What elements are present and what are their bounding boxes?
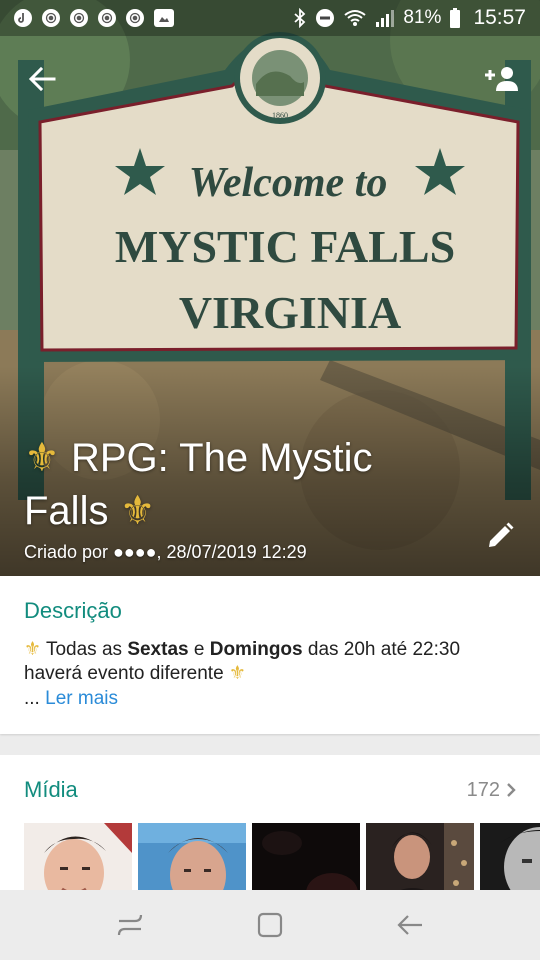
group-photo-header[interactable]: Welcome to MYSTIC FALLS VIRGINIA 1860 81… (0, 0, 540, 576)
dnd-icon (316, 9, 335, 27)
media-thumbnail[interactable] (480, 823, 540, 890)
fleur-de-lis-icon: ⚜ (228, 663, 246, 684)
desc-bold-friday: Sextas (127, 639, 189, 660)
created-by-text: Criado por ●●●●, 28/07/2019 12:29 (24, 542, 307, 562)
seal-year: 1860 (272, 111, 288, 120)
notification-icons (14, 9, 174, 27)
media-card: Mídia 172 (0, 755, 540, 890)
media-count-link[interactable]: 172 (467, 779, 516, 802)
media-thumbnails (24, 823, 540, 890)
sign-line2: MYSTIC FALLS (115, 221, 455, 272)
clock: 15:57 (473, 6, 526, 29)
group-title: ⚜ RPG: The Mystic Falls ⚜ (24, 432, 444, 538)
home-icon (257, 912, 283, 938)
status-bar: 81% 15:57 (0, 0, 540, 36)
arrow-left-icon (28, 66, 56, 92)
sign-line3: VIRGINIA (179, 287, 401, 338)
recent-apps-button[interactable] (110, 905, 150, 945)
back-nav-icon (397, 915, 422, 935)
read-more-row: ... Ler mais (24, 686, 516, 712)
thumbnail-image (24, 823, 132, 890)
chrome-icon (42, 9, 60, 27)
edit-group-button[interactable] (482, 518, 518, 554)
fleur-de-lis-icon: ⚜ (119, 489, 156, 533)
media-label: Mídia (24, 777, 78, 802)
media-thumbnail[interactable] (138, 823, 246, 890)
thumbnail-image (138, 823, 246, 890)
desc-bold-sunday: Domingos (209, 639, 303, 660)
fleur-de-lis-icon: ⚜ (24, 639, 42, 660)
media-header[interactable]: Mídia 172 (24, 777, 516, 803)
battery-percent: 81% (403, 7, 442, 28)
thumbnail-image (366, 823, 474, 890)
tiktok-icon (14, 9, 32, 27)
description-text: ⚜ Todas as Sextas e Domingos das 20h até… (24, 638, 516, 686)
fleur-de-lis-icon: ⚜ (24, 436, 60, 480)
system-navigation-bar (0, 890, 540, 960)
sign-line1: Welcome to (189, 160, 388, 206)
add-person-icon (485, 67, 518, 91)
media-count: 172 (466, 778, 500, 801)
media-thumbnail[interactable] (366, 823, 474, 890)
desc-part: e (188, 639, 210, 660)
chrome-icon (98, 9, 116, 27)
chrome-icon (126, 9, 144, 27)
media-thumbnail[interactable] (252, 823, 360, 890)
pencil-icon (489, 522, 514, 547)
description-card[interactable]: Descrição ⚜ Todas as Sextas e Domingos d… (0, 576, 540, 734)
battery-icon (450, 8, 461, 28)
gallery-icon (154, 9, 174, 27)
recent-apps-icon (117, 914, 143, 936)
chevron-right-icon (507, 783, 516, 797)
chrome-icon (70, 9, 88, 27)
ellipsis: ... (24, 688, 46, 709)
signal-icon (376, 10, 395, 27)
thumbnail-image (252, 823, 360, 890)
read-more-link[interactable]: Ler mais (45, 688, 118, 709)
desc-part: Todas as (41, 639, 128, 660)
group-name: RPG: The Mystic Falls (24, 436, 373, 533)
system-icons: 81% 15:57 (293, 6, 526, 30)
back-nav-button[interactable] (390, 905, 430, 945)
bluetooth-icon (294, 8, 306, 28)
add-participant-button[interactable] (482, 62, 522, 96)
back-button[interactable] (22, 62, 62, 96)
wifi-icon (344, 10, 367, 26)
home-button[interactable] (250, 905, 290, 945)
media-thumbnail[interactable] (24, 823, 132, 890)
description-label: Descrição (24, 598, 122, 623)
thumbnail-image (480, 823, 540, 890)
